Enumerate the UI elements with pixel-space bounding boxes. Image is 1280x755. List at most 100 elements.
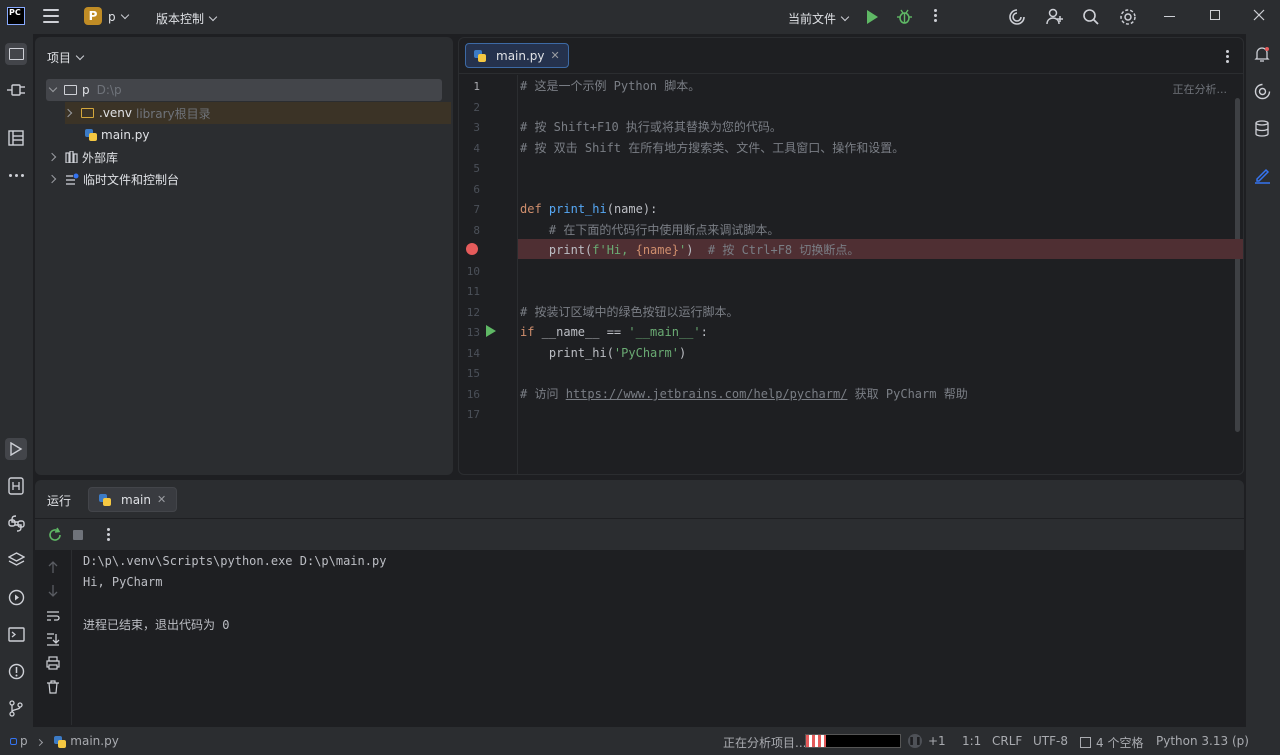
run-more-icon[interactable] [107,528,110,541]
debug-icon[interactable] [896,8,913,25]
project-name: p [108,10,116,24]
tree-item-external-libs[interactable]: 外部库 [47,146,118,168]
scroll-up-icon[interactable] [46,560,60,574]
breadcrumb[interactable]: p main.py [10,734,119,748]
analysis-progress-bar[interactable] [805,734,901,748]
plugins-tool-button[interactable] [5,79,27,101]
line-number: 10 [466,265,480,278]
run-icon[interactable] [867,10,878,24]
chevron-down-icon [120,10,129,20]
line-number: 1 [473,80,480,93]
line-number: 2 [473,101,480,114]
code-text: __name__ == [534,325,629,339]
editor-panel: main.py ✕ 正在分析... 1 2 3 4 5 6 7 8 9 10 1… [458,37,1244,475]
more-actions-icon[interactable] [934,9,937,22]
run-outline-icon [10,442,23,456]
code-line-12: # 按装订区域中的绿色按钮以运行脚本。 [520,305,739,319]
run-tab-label: main [121,492,151,507]
tab-label: main.py [496,48,545,63]
run-config-selector[interactable]: 当前文件 [788,10,850,27]
pencil-icon [1254,168,1270,184]
line-number: 6 [473,183,480,196]
line-separator[interactable]: CRLF [992,734,1022,748]
project-switcher[interactable]: p [108,10,129,24]
run-panel: 运行 main ✕ D:\p\.venv\Scripts\python.exe … [35,480,1244,725]
main-menu-icon[interactable] [43,9,59,23]
tree-item-main-py[interactable]: main.py [85,124,150,146]
vertical-scrollbar[interactable] [1235,98,1240,432]
function-name: print_hi [548,202,607,216]
background-tasks-count[interactable]: +1 [928,734,946,748]
breakpoint-icon[interactable] [466,243,478,255]
stop-icon[interactable] [73,530,83,540]
chevron-down-icon [840,12,850,22]
code-text: print_hi( [520,346,614,360]
notifications-button[interactable] [1251,43,1273,65]
git-button[interactable] [5,697,27,719]
python-interpreter[interactable]: Python 3.13 (p) [1156,734,1249,748]
tree-item-root[interactable]: p D:\p [46,79,442,101]
caret-position[interactable]: 1:1 [962,734,981,748]
code-text: (name): [606,202,658,216]
comment: 获取 PyCharm 帮助 [847,387,968,401]
minimize-icon[interactable] [1164,16,1175,17]
circle-play-icon [8,589,24,605]
structure-tool-button[interactable] [5,127,27,149]
tree-item-venv[interactable]: .venv library根目录 [63,102,451,124]
file-encoding[interactable]: UTF-8 [1033,734,1068,748]
close-tab-icon[interactable]: ✕ [551,49,560,62]
problems-button[interactable] [5,660,27,682]
vcs-menu[interactable]: 版本控制 [156,10,218,27]
layers-icon [7,551,25,566]
run-services-button[interactable] [5,586,27,608]
line-number: 12 [466,306,480,319]
tree-item-scratches[interactable]: 临时文件和控制台 [47,168,179,190]
doc-edit-button[interactable] [1251,164,1273,186]
print-icon[interactable] [46,656,60,670]
run-tool-button[interactable] [5,438,27,460]
soft-wrap-icon[interactable] [46,609,60,623]
search-icon[interactable] [1082,8,1100,26]
more-tools-button[interactable] [5,164,27,186]
trash-icon[interactable] [46,680,60,694]
rerun-icon[interactable] [47,527,63,543]
keyword: if [520,325,535,339]
services-button[interactable] [5,549,27,571]
close-run-tab-icon[interactable]: ✕ [157,493,166,506]
tab-main-py[interactable]: main.py ✕ [465,43,569,68]
scroll-down-icon[interactable] [46,584,60,598]
line-number: 17 [466,408,480,421]
console-line: D:\p\.venv\Scripts\python.exe D:\p\main.… [83,554,387,568]
code-line-8: # 在下面的代码行中使用断点来调试脚本。 [520,223,780,237]
pause-icon[interactable]: ❚❚ [908,734,922,748]
close-window-icon[interactable] [1253,9,1265,21]
code-line-1: # 这是一个示例 Python 脚本。 [520,79,701,93]
python-console-icon [7,514,25,532]
ai-assistant-icon[interactable] [1008,8,1026,26]
chevron-right-icon [47,152,57,162]
run-toolbar [35,518,1244,550]
help-link[interactable]: https://www.jetbrains.com/help/pycharm/ [566,387,848,401]
ai-chat-button[interactable] [1251,80,1273,102]
database-button[interactable] [1251,117,1273,139]
terminal-button[interactable] [5,623,27,645]
indent-setting[interactable]: 4 个空格 [1080,734,1143,751]
scroll-to-end-icon[interactable] [46,632,60,646]
settings-gear-icon[interactable] [1119,8,1137,26]
tab-options-icon[interactable] [1226,50,1229,63]
python-packages-button[interactable] [5,475,27,497]
project-tool-button[interactable] [5,43,27,65]
maximize-icon[interactable] [1210,10,1220,20]
line-number: 15 [466,367,480,380]
python-console-button[interactable] [5,512,27,534]
project-badge[interactable]: P [84,7,102,25]
module-icon [10,738,17,745]
add-user-icon[interactable] [1045,7,1064,26]
code-line-3: # 按 Shift+F10 执行或将其替换为您的代码。 [520,120,782,134]
indent-label: 4 个空格 [1096,736,1144,750]
run-tab-main[interactable]: main ✕ [88,487,178,512]
console-line: 进程已结束，退出代码为 0 [83,618,230,632]
run-gutter-icon[interactable] [486,325,496,337]
tree-item-label: p [82,83,90,97]
project-panel-header[interactable]: 项目 [47,49,85,66]
